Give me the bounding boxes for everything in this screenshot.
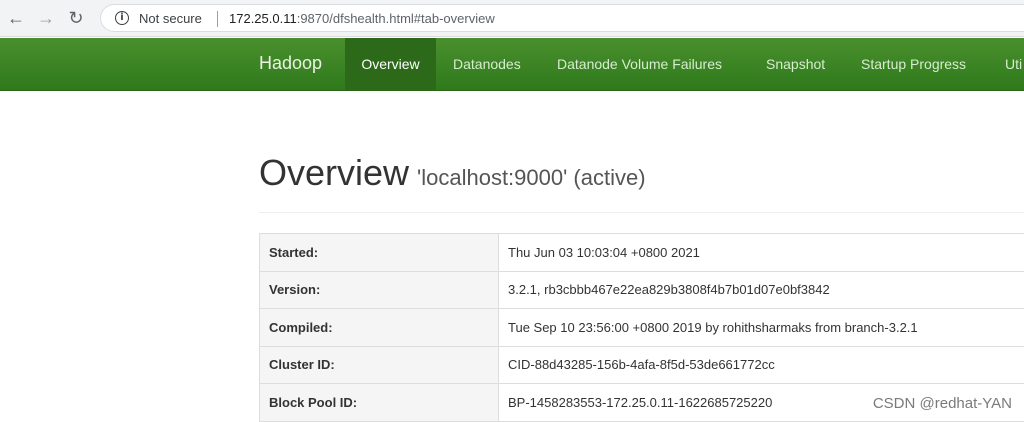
nav-tab-snapshot[interactable]: Snapshot: [766, 38, 825, 90]
row-value: Thu Jun 03 10:03:04 +0800 2021: [499, 234, 1024, 272]
nav-tab-datanode-volume-failures[interactable]: Datanode Volume Failures: [557, 38, 722, 90]
overview-table: Started: Thu Jun 03 10:03:04 +0800 2021 …: [259, 233, 1024, 422]
page-title: Overview: [259, 152, 409, 193]
row-key: Started:: [260, 234, 499, 272]
row-key: Compiled:: [260, 309, 499, 347]
row-key: Version:: [260, 271, 499, 309]
security-label[interactable]: Not secure: [139, 11, 202, 26]
row-value: Tue Sep 10 23:56:00 +0800 2019 by rohith…: [499, 309, 1024, 347]
url-host: 172.25.0.11: [229, 11, 297, 26]
address-divider: [217, 11, 218, 27]
row-key: Block Pool ID:: [260, 384, 499, 422]
nav-tab-datanodes[interactable]: Datanodes: [453, 38, 521, 90]
address-bar[interactable]: i Not secure 172.25.0.11:9870/dfshealth.…: [100, 4, 1024, 32]
header-divider: [259, 212, 1024, 213]
reload-icon[interactable]: ↻: [66, 8, 86, 28]
table-row: Cluster ID: CID-88d43285-156b-4afa-8f5d-…: [260, 346, 1024, 384]
navbar-brand[interactable]: Hadoop: [259, 53, 322, 74]
back-arrow-icon[interactable]: ←: [6, 8, 26, 28]
nav-tab-overview[interactable]: Overview: [345, 38, 436, 90]
forward-arrow-icon[interactable]: →: [36, 8, 56, 28]
row-value: CID-88d43285-156b-4afa-8f5d-53de661772cc: [499, 346, 1024, 384]
page-subtitle: 'localhost:9000' (active): [417, 165, 646, 190]
table-row: Compiled: Tue Sep 10 23:56:00 +0800 2019…: [260, 309, 1024, 347]
info-icon[interactable]: i: [115, 11, 129, 25]
row-key: Cluster ID:: [260, 346, 499, 384]
nav-tab-utilities[interactable]: Uti: [1005, 38, 1022, 90]
page-header: Overview 'localhost:9000' (active): [259, 152, 646, 194]
table-row: Version: 3.2.1, rb3cbbb467e22ea829b3808f…: [260, 271, 1024, 309]
nav-tab-startup-progress[interactable]: Startup Progress: [861, 38, 966, 90]
url-path: :9870/dfshealth.html#tab-overview: [297, 11, 495, 26]
table-row: Started: Thu Jun 03 10:03:04 +0800 2021: [260, 234, 1024, 272]
url-text[interactable]: 172.25.0.11:9870/dfshealth.html#tab-over…: [229, 11, 495, 26]
hadoop-navbar: Hadoop Overview Datanodes Datanode Volum…: [0, 38, 1024, 91]
row-value: 3.2.1, rb3cbbb467e22ea829b3808f4b7b01d07…: [499, 271, 1024, 309]
watermark: CSDN @redhat-YAN: [873, 395, 1012, 412]
browser-toolbar: ← → ↻ i Not secure 172.25.0.11:9870/dfsh…: [0, 0, 1024, 37]
